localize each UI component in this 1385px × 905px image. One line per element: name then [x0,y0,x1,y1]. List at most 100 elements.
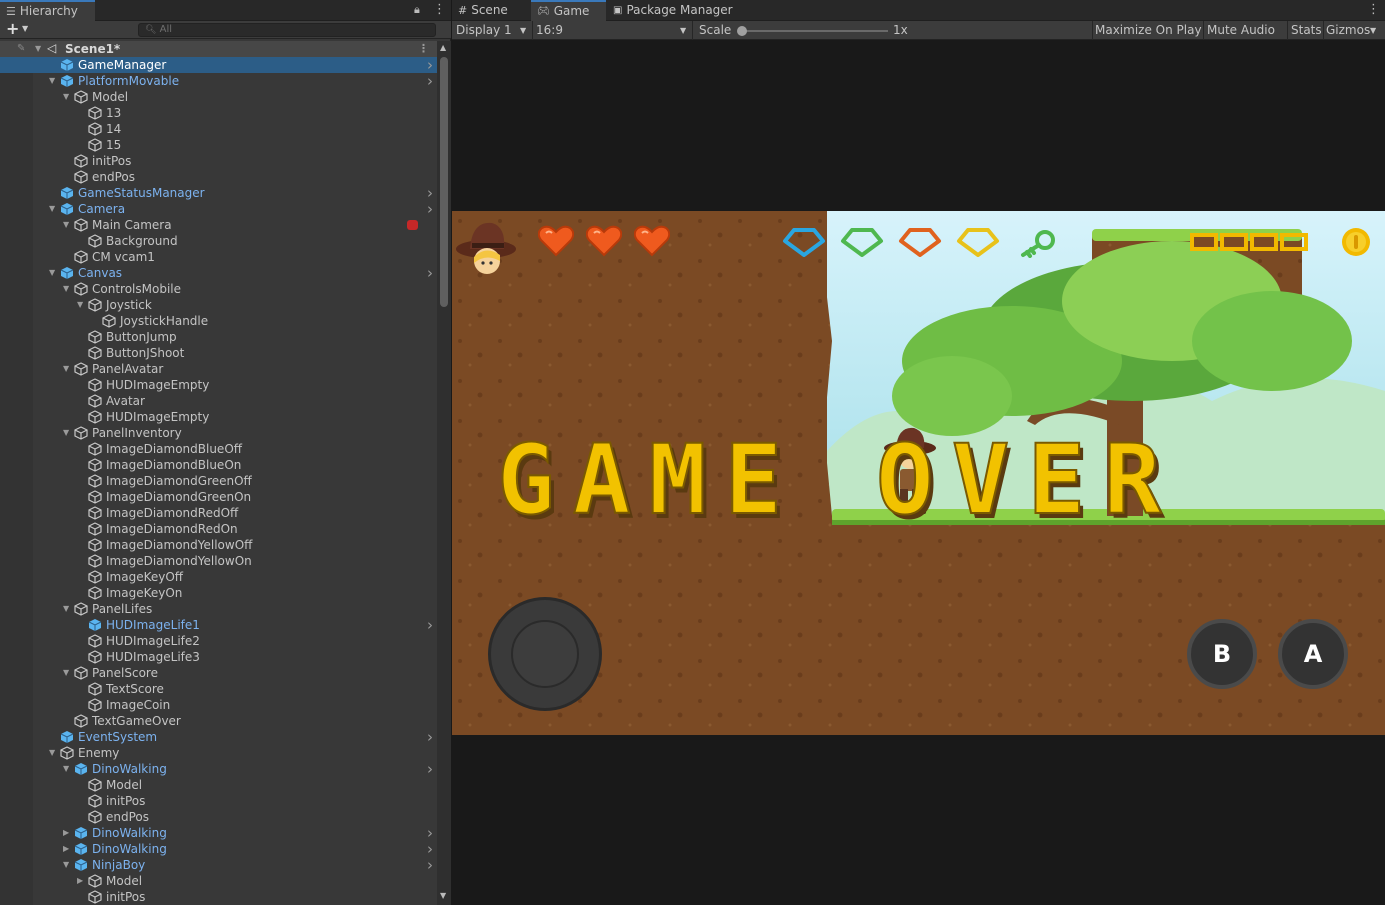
hierarchy-row[interactable]: ▼ PanelAvatar [0,361,437,377]
hierarchy-row[interactable]: ▼ Model [0,89,437,105]
open-prefab-arrow-icon[interactable]: › [427,201,433,217]
open-prefab-arrow-icon[interactable]: › [427,265,433,281]
hierarchy-row[interactable]: TextScore [0,681,437,697]
gizmos-toggle[interactable]: Gizmos [1326,21,1370,40]
hierarchy-row[interactable]: ▼ Enemy [0,745,437,761]
expand-arrow-icon[interactable]: ▼ [63,857,73,873]
scene-menu-icon[interactable]: ⋮ [418,41,429,57]
hierarchy-row[interactable]: HUDImageEmpty [0,377,437,393]
hierarchy-row[interactable]: 14 [0,121,437,137]
hierarchy-row[interactable]: ButtonJShoot [0,345,437,361]
tab-game[interactable]: 🎮︎ Game [531,0,606,21]
tab-package-manager[interactable]: ▣ Package Manager [607,0,757,21]
add-dropdown-icon[interactable]: ▼ [22,24,28,33]
scroll-up-icon[interactable]: ▲ [440,43,446,52]
hierarchy-row[interactable]: HUDImageLife2 [0,633,437,649]
mute-audio-toggle[interactable]: Mute Audio [1207,21,1275,40]
hierarchy-row[interactable]: EventSystem › [0,729,437,745]
hierarchy-row[interactable]: 13 [0,105,437,121]
collapse-arrow-icon[interactable]: ▶ [63,841,73,857]
jump-button-a[interactable]: A [1278,619,1348,689]
hierarchy-row[interactable]: ▼ PanelLifes [0,601,437,617]
open-prefab-arrow-icon[interactable]: › [427,841,433,857]
hierarchy-row[interactable]: ▼ Canvas › [0,265,437,281]
hierarchy-row[interactable]: JoystickHandle [0,313,437,329]
hierarchy-row[interactable]: ▼ Camera › [0,201,437,217]
hierarchy-row[interactable]: ImageDiamondRedOn [0,521,437,537]
hierarchy-row[interactable]: ▼ PanelInventory [0,425,437,441]
expand-arrow-icon[interactable]: ▼ [63,601,73,617]
hierarchy-row[interactable]: TextGameOver [0,713,437,729]
hierarchy-row[interactable]: initPos [0,889,437,905]
hierarchy-row[interactable]: ImageDiamondBlueOff [0,441,437,457]
scale-slider[interactable] [737,26,888,36]
hierarchy-scrollbar[interactable]: ▲ ▼ [437,41,451,905]
hierarchy-row[interactable]: initPos [0,153,437,169]
hierarchy-row[interactable]: ▼ NinjaBoy › [0,857,437,873]
kebab-menu-icon[interactable]: ⋮ [433,2,446,17]
expand-arrow-icon[interactable]: ▼ [77,297,87,313]
tab-scene[interactable]: # Scene [452,0,530,21]
scene-row[interactable]: ✎ ▼ ◁ Scene1* ⋮ [0,41,437,57]
aspect-dropdown[interactable]: 16:9 ▼ [536,21,690,40]
maximize-on-play-toggle[interactable]: Maximize On Play [1095,21,1202,40]
hierarchy-row[interactable]: ImageDiamondGreenOn [0,489,437,505]
expand-arrow-icon[interactable]: ▼ [35,41,45,57]
hierarchy-row[interactable]: HUDImageLife3 [0,649,437,665]
hierarchy-row[interactable]: ButtonJump [0,329,437,345]
expand-arrow-icon[interactable]: ▼ [63,361,73,377]
hierarchy-row[interactable]: ▼ Main Camera [0,217,437,233]
open-prefab-arrow-icon[interactable]: › [427,857,433,873]
hierarchy-row[interactable]: ImageDiamondGreenOff [0,473,437,489]
kebab-menu-icon[interactable]: ⋮ [1367,2,1380,17]
open-prefab-arrow-icon[interactable]: › [427,761,433,777]
expand-arrow-icon[interactable]: ▼ [63,665,73,681]
scrollbar-thumb[interactable] [440,57,448,307]
hierarchy-row[interactable]: ▶ DinoWalking › [0,825,437,841]
joystick-handle[interactable] [511,620,579,688]
add-button[interactable]: + [6,19,19,38]
open-prefab-arrow-icon[interactable]: › [427,825,433,841]
collapse-arrow-icon[interactable]: ▶ [77,873,87,889]
stats-toggle[interactable]: Stats [1291,21,1322,40]
hierarchy-row[interactable]: ▶ Model [0,873,437,889]
expand-arrow-icon[interactable]: ▼ [63,89,73,105]
expand-arrow-icon[interactable]: ▼ [63,217,73,233]
lock-icon[interactable]: 🔒︎ [414,3,420,17]
shoot-button-b[interactable]: B [1187,619,1257,689]
expand-arrow-icon[interactable]: ▼ [63,425,73,441]
hierarchy-row[interactable]: ImageKeyOn [0,585,437,601]
scroll-down-icon[interactable]: ▼ [440,891,446,900]
expand-arrow-icon[interactable]: ▼ [63,281,73,297]
search-input[interactable]: 🔍︎ All [138,23,436,37]
hierarchy-row[interactable]: HUDImageLife1 › [0,617,437,633]
expand-arrow-icon[interactable]: ▼ [49,265,59,281]
hierarchy-row[interactable]: Background [0,233,437,249]
hierarchy-row[interactable]: ▼ DinoWalking › [0,761,437,777]
gizmos-dropdown-icon[interactable]: ▼ [1370,21,1376,40]
expand-arrow-icon[interactable]: ▼ [49,201,59,217]
hierarchy-row[interactable]: ▶ DinoWalking › [0,841,437,857]
hierarchy-row[interactable]: CM vcam1 [0,249,437,265]
hierarchy-row[interactable]: 15 [0,137,437,153]
visibility-icon[interactable]: ✎ [17,41,25,57]
open-prefab-arrow-icon[interactable]: › [427,729,433,745]
hierarchy-row[interactable]: ▼ ControlsMobile [0,281,437,297]
hierarchy-row[interactable]: GameStatusManager › [0,185,437,201]
hierarchy-row[interactable]: ImageKeyOff [0,569,437,585]
expand-arrow-icon[interactable]: ▼ [49,73,59,89]
tab-hierarchy[interactable]: ☰ Hierarchy [0,0,95,21]
open-prefab-arrow-icon[interactable]: › [427,185,433,201]
hierarchy-row[interactable]: ImageDiamondRedOff [0,505,437,521]
hierarchy-row[interactable]: GameManager › [0,57,437,73]
scale-slider-handle[interactable] [737,26,747,36]
hierarchy-row[interactable]: ImageDiamondYellowOn [0,553,437,569]
hierarchy-row[interactable]: endPos [0,809,437,825]
hierarchy-row[interactable]: endPos [0,169,437,185]
hierarchy-row[interactable]: ImageCoin [0,697,437,713]
expand-arrow-icon[interactable]: ▼ [49,745,59,761]
hierarchy-row[interactable]: Model [0,777,437,793]
hierarchy-row[interactable]: ▼ PanelScore [0,665,437,681]
expand-arrow-icon[interactable]: ▼ [63,761,73,777]
open-prefab-arrow-icon[interactable]: › [427,617,433,633]
